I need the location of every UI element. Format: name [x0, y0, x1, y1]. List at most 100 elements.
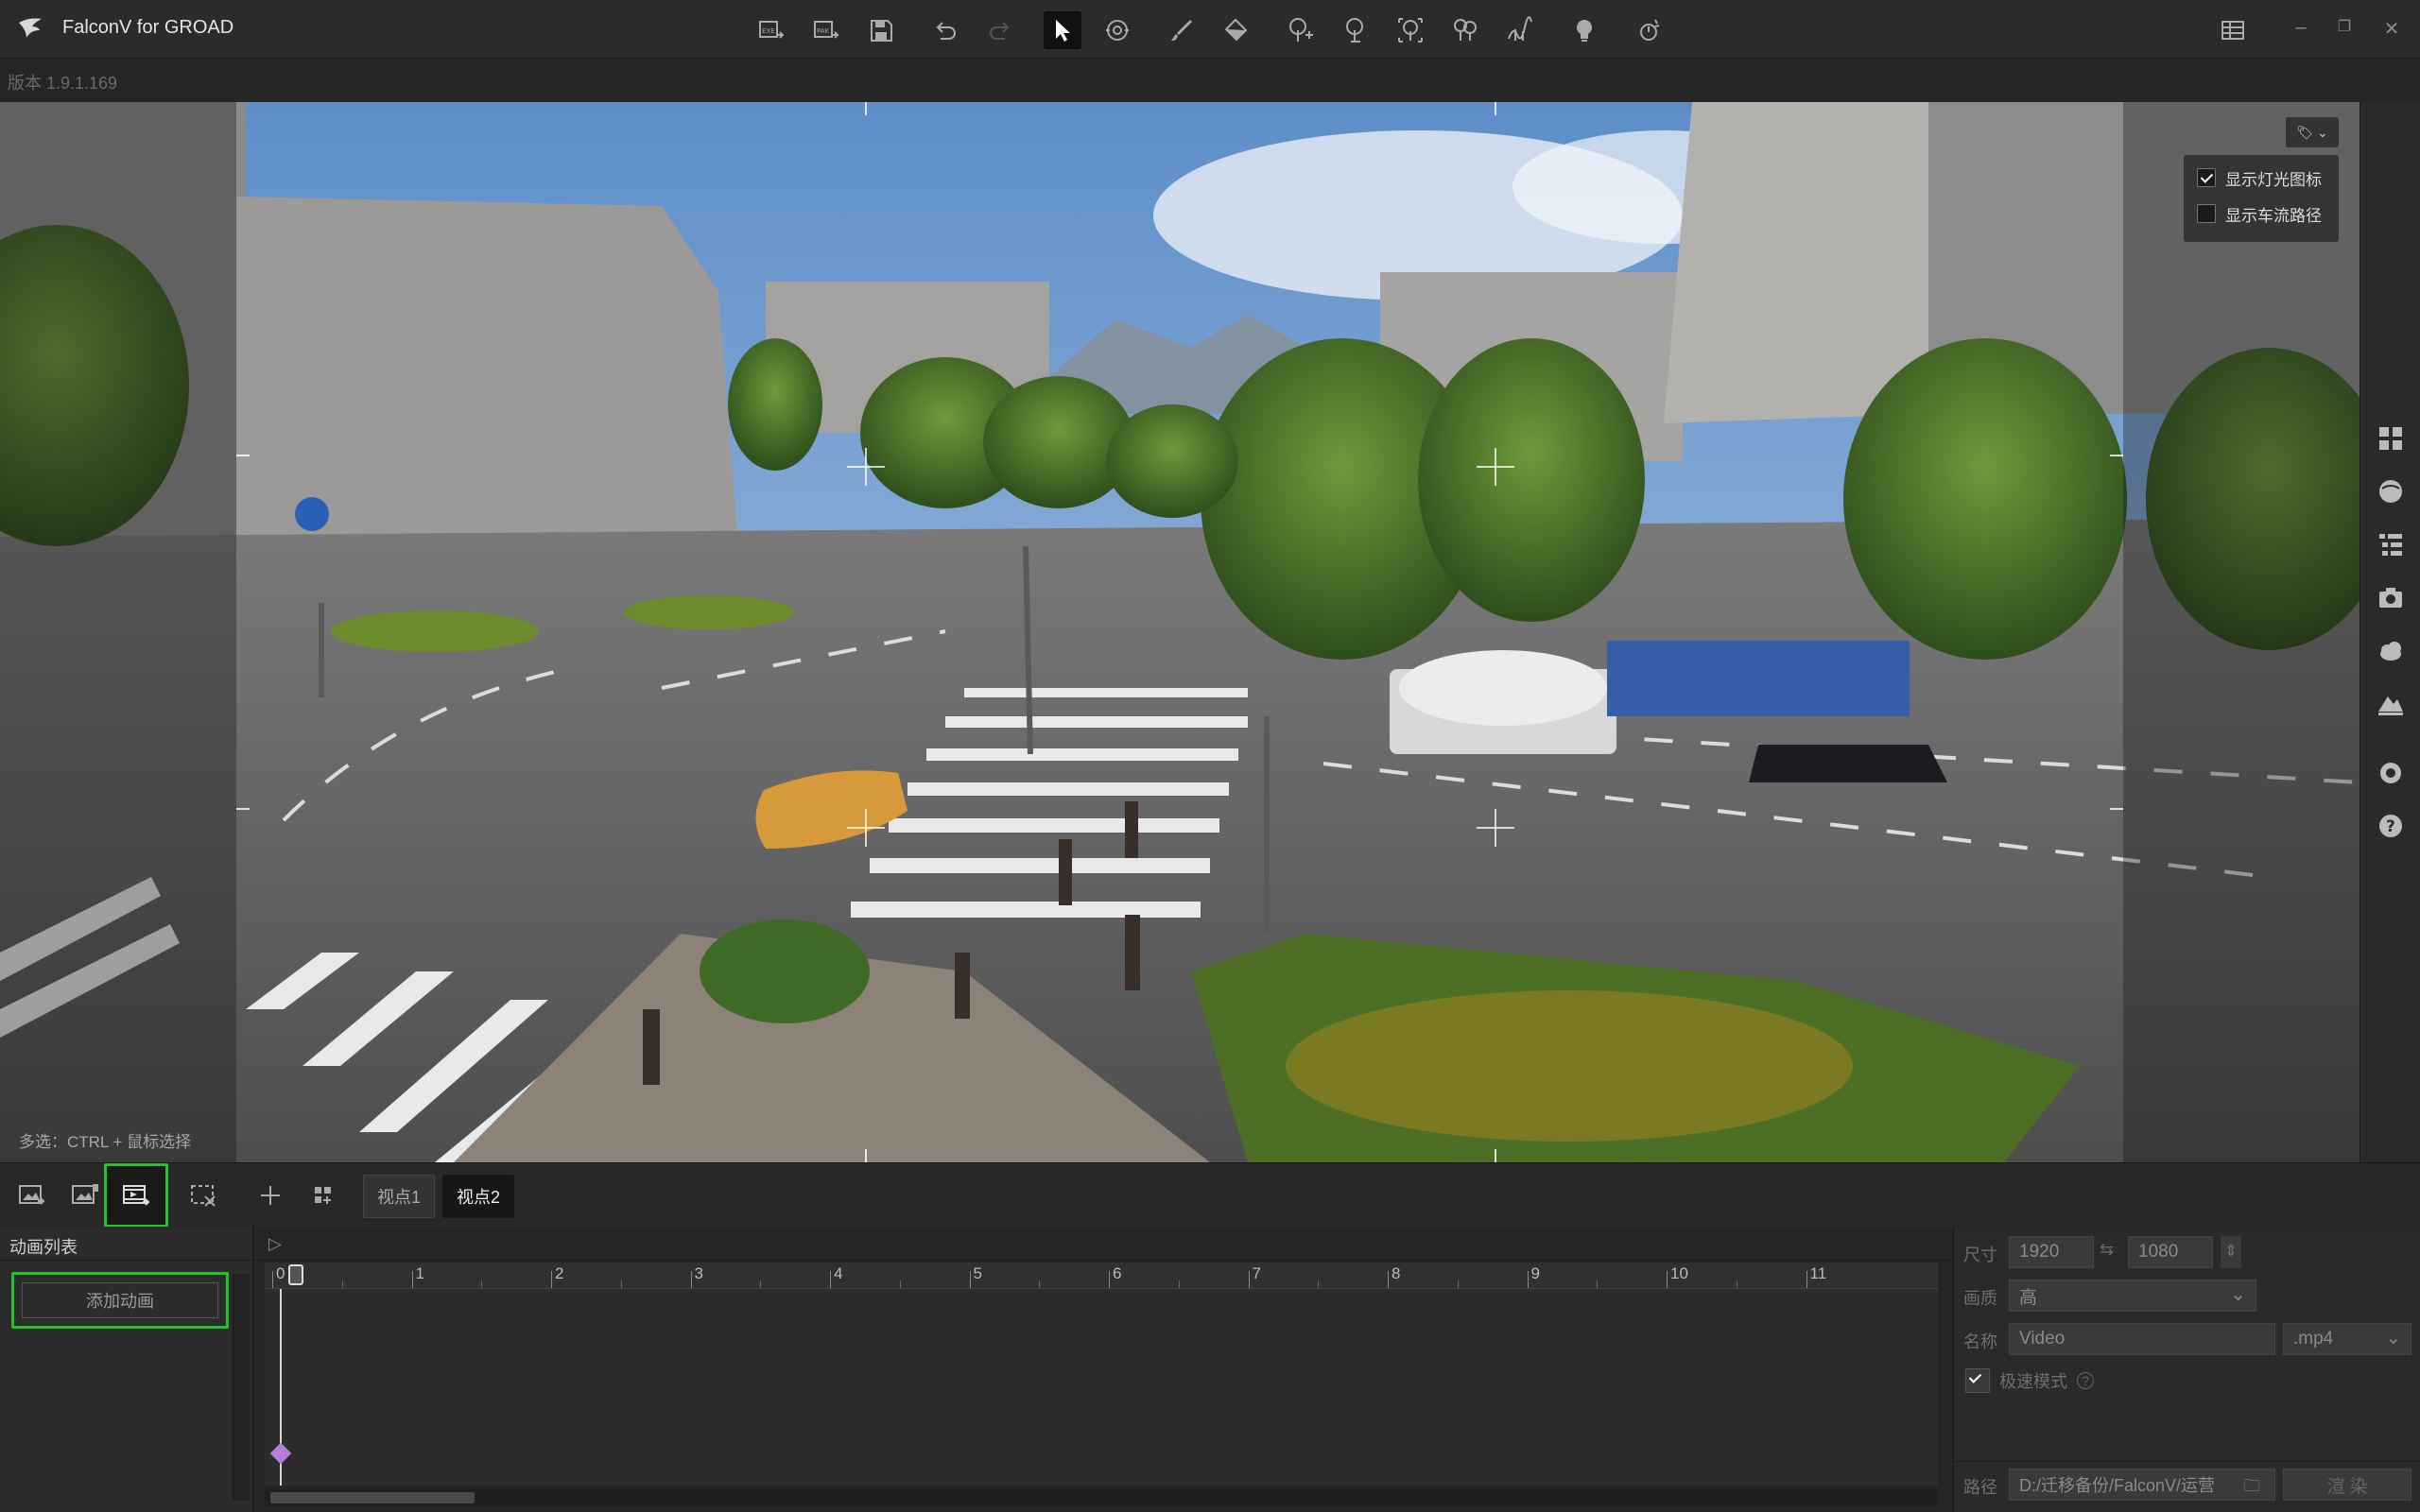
clear-viewpoints-icon[interactable] [182, 1173, 227, 1218]
add-viewpoint-icon[interactable] [248, 1173, 293, 1218]
format-select[interactable]: .mp4 [2283, 1323, 2411, 1355]
export-exe-icon[interactable]: EXE [752, 11, 790, 49]
width-field[interactable]: 1920 [2009, 1236, 2094, 1268]
ruler-minor-tick [481, 1280, 483, 1288]
light-bulb-icon[interactable] [1565, 11, 1603, 49]
playhead-handle[interactable] [288, 1264, 303, 1285]
title-bar: FalconV for GROAD EXE PAK – ❐ ✕ [0, 0, 2420, 59]
thirds-guide-tick [1495, 102, 1496, 115]
ruler-major-tick [1388, 1271, 1389, 1288]
export-pak-icon[interactable]: PAK [807, 11, 845, 49]
layout-grid-icon[interactable] [2214, 11, 2252, 49]
asset-library-icon[interactable] [2374, 421, 2408, 455]
undo-icon[interactable] [926, 11, 964, 49]
show-light-icons-option[interactable]: 显示灯光图标 [2197, 166, 2322, 189]
ruler-major-tick [969, 1271, 971, 1288]
info-icon[interactable]: ? [2077, 1372, 2094, 1389]
material-ball-icon[interactable] [2374, 474, 2408, 508]
show-light-icons-checkbox[interactable] [2197, 168, 2216, 187]
path-label: 路径 [1963, 1478, 1997, 1497]
keyframe-marker[interactable] [269, 1442, 292, 1465]
output-path-value: D:/迁移备份/FalconV/运营 [2019, 1476, 2216, 1495]
ruler-minor-tick [1318, 1280, 1320, 1288]
timeline-scrollbar[interactable] [265, 1489, 1938, 1506]
3d-viewport[interactable]: 🏷 ⌄ 显示灯光图标 显示车流路径 多选：CTRL + 鼠标选择 [0, 102, 2360, 1162]
swap-dimensions-icon[interactable]: ⇕ [2221, 1236, 2241, 1268]
ruler-tick-label: 10 [1670, 1264, 1688, 1282]
brush-icon[interactable] [1163, 11, 1201, 49]
tree-add-icon[interactable] [1282, 11, 1320, 49]
tree-select-icon[interactable] [1392, 11, 1429, 49]
height-field[interactable]: 1080 [2128, 1236, 2213, 1268]
tree-icon[interactable] [1337, 11, 1374, 49]
minimize-button[interactable]: – [2288, 17, 2314, 43]
render-button[interactable]: 渲 染 [2283, 1469, 2411, 1501]
camera-icon[interactable] [2374, 580, 2408, 614]
animation-list-scrollbar[interactable] [233, 1274, 250, 1501]
settings-gear-icon[interactable] [2374, 756, 2408, 790]
app-title: FalconV for GROAD [62, 17, 234, 38]
path-icon[interactable] [1501, 11, 1539, 49]
display-options-panel: 显示灯光图标 显示车流路径 [2184, 155, 2339, 242]
scene-tree-icon[interactable] [2374, 527, 2408, 561]
ruler-tick-label: 11 [1809, 1264, 1827, 1282]
thirds-guide-tick [865, 102, 867, 115]
screenshot-mode-icon[interactable] [9, 1173, 55, 1218]
ruler-minor-tick [1597, 1280, 1599, 1288]
timeline-scroll-thumb[interactable] [270, 1492, 475, 1503]
timeline[interactable]: ▷ 0 1 2 3 4 5 6 7 8 9 10 11 [257, 1227, 1953, 1512]
restore-button[interactable]: ❐ [2331, 17, 2358, 43]
quality-select[interactable]: 高 [2009, 1280, 2256, 1312]
svg-text:EXE: EXE [762, 27, 775, 35]
ruler-major-tick [1806, 1271, 1807, 1288]
frame-mask-left [0, 102, 236, 1162]
ruler-minor-tick [341, 1280, 343, 1288]
animation-list: 动画列表 添加动画 [0, 1227, 253, 1512]
crosshair-marker [1477, 809, 1514, 847]
orbit-icon[interactable] [1098, 11, 1136, 49]
crosshair-marker [847, 809, 885, 847]
redo-icon[interactable] [981, 11, 1019, 49]
tag-filter-dropdown[interactable]: 🏷 ⌄ [2286, 117, 2339, 147]
show-traffic-path-checkbox[interactable] [2197, 204, 2216, 223]
fast-mode-checkbox[interactable] [1965, 1368, 1990, 1393]
show-traffic-path-option[interactable]: 显示车流路径 [2197, 202, 2322, 225]
select-arrow-icon[interactable] [1044, 11, 1081, 49]
ruler-major-tick [272, 1271, 273, 1288]
timeline-ruler[interactable]: 0 1 2 3 4 5 6 7 8 9 10 11 [265, 1263, 1938, 1289]
ruler-tick-label: 0 [276, 1264, 285, 1282]
video-name-input[interactable]: Video [2009, 1323, 2275, 1355]
help-icon[interactable]: ? [2374, 809, 2408, 843]
weather-cloud-icon[interactable] [2374, 633, 2408, 667]
tree-group-icon[interactable] [1446, 11, 1484, 49]
ruler-tick-label: 1 [415, 1264, 424, 1282]
video-mode-icon[interactable] [104, 1163, 168, 1228]
thirds-guide-tick [2110, 808, 2123, 810]
viewpoint-grid-icon[interactable] [301, 1173, 346, 1218]
tab-viewpoint-2[interactable]: 视点2 [442, 1175, 515, 1218]
ruler-minor-tick [620, 1280, 622, 1288]
save-icon[interactable] [862, 11, 900, 49]
close-button[interactable]: ✕ [2378, 17, 2405, 43]
tab-viewpoint-1[interactable]: 视点1 [363, 1175, 436, 1218]
play-icon[interactable]: ▷ [268, 1234, 282, 1254]
add-animation-button[interactable]: 添加动画 [22, 1282, 218, 1318]
right-tool-sidebar: ? [2360, 102, 2420, 1162]
render-settings-panel: 尺寸 1920 ⇆ 1080 ⇕ 画质 高 名称 Video .mp4 极速模式… [1953, 1227, 2420, 1512]
ruler-minor-tick [760, 1280, 762, 1288]
frame-mask-right [2123, 102, 2360, 1162]
terrain-icon[interactable] [2374, 686, 2408, 720]
fast-mode-option[interactable]: 极速模式 ? [1965, 1368, 2094, 1393]
ruler-major-tick [1527, 1271, 1529, 1288]
folder-icon[interactable]: 🗀 [2243, 1474, 2260, 1503]
fill-icon[interactable] [1218, 11, 1255, 49]
output-path-field[interactable]: D:/迁移备份/FalconV/运营 [2009, 1469, 2275, 1501]
ruler-minor-tick [1039, 1280, 1041, 1288]
timeline-track[interactable] [265, 1264, 1938, 1486]
panorama-mode-icon[interactable] [62, 1173, 108, 1218]
link-ratio-icon[interactable]: ⇆ [2100, 1240, 2114, 1260]
ruler-major-tick [1248, 1271, 1250, 1288]
weather-icon[interactable] [1630, 11, 1668, 49]
ruler-tick-label: 8 [1392, 1264, 1401, 1282]
crosshair-marker [847, 448, 885, 486]
